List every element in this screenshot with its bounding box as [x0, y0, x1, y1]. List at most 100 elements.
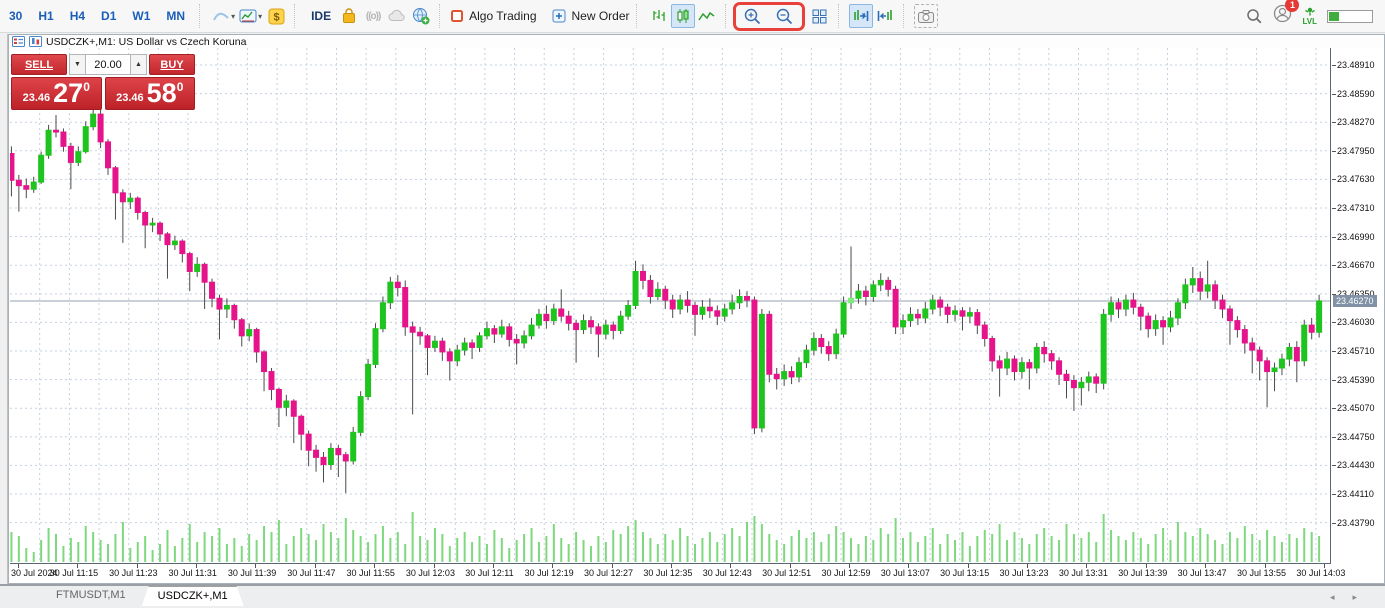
candle — [1012, 355, 1017, 380]
volume-bar — [1118, 536, 1120, 562]
candle — [276, 388, 281, 427]
signals-button[interactable]: ((o)) — [361, 4, 385, 28]
volume-bar — [181, 538, 183, 562]
algo-trading-icon — [450, 9, 464, 23]
chart-window-titlebar[interactable]: USDCZK+,M1: US Dollar vs Czech Koruna — [9, 35, 1384, 48]
currency-button[interactable]: $ — [264, 4, 288, 28]
tab-scroll-arrows[interactable]: ◂▸ — [1330, 592, 1375, 603]
cloud-button[interactable] — [385, 4, 409, 28]
volume-bar — [783, 544, 785, 562]
zoom-in-button[interactable] — [741, 4, 765, 28]
candle — [767, 311, 772, 383]
object-line-tools-button[interactable]: ▾ — [210, 4, 237, 28]
volume-bar — [389, 538, 391, 562]
account-button[interactable]: 1 — [1273, 4, 1292, 28]
candle — [588, 316, 593, 334]
volume-decrease-button[interactable]: ▼ — [69, 54, 86, 75]
market-button[interactable] — [337, 4, 361, 28]
timeframe-h1[interactable]: H1 — [30, 5, 61, 27]
candle — [522, 330, 527, 348]
volume-bar — [100, 540, 102, 562]
volume-bar — [768, 534, 770, 562]
sell-button[interactable]: SELL — [11, 54, 67, 75]
volume-bar — [40, 540, 42, 562]
zoom-out-button[interactable] — [773, 4, 797, 28]
indicators-button[interactable]: ▾ — [237, 4, 264, 28]
volume-bar — [843, 532, 845, 562]
candle — [128, 193, 133, 209]
screenshot-button[interactable] — [914, 4, 938, 28]
tile-windows-button[interactable] — [808, 4, 832, 28]
timeframe-w1[interactable]: W1 — [124, 5, 158, 27]
price-axis[interactable]: 23.4891023.4859023.4827023.4795023.47630… — [1332, 48, 1384, 564]
volume-bar — [241, 546, 243, 562]
chart-line-button[interactable] — [695, 4, 719, 28]
volume-increase-button[interactable]: ▲ — [130, 54, 147, 75]
volume-bar — [516, 540, 518, 562]
time-label: 30 Jul 13:07 — [881, 568, 930, 578]
volume-bar — [174, 546, 176, 562]
price-label: 23.48590 — [1337, 89, 1375, 99]
volume-bar — [1080, 538, 1082, 562]
candlestick-chart — [10, 48, 1331, 564]
search-icon[interactable] — [1246, 8, 1263, 25]
new-order-icon — [551, 8, 567, 24]
candle — [39, 152, 44, 184]
time-axis[interactable]: 30 Jul 202430 Jul 11:1530 Jul 11:2330 Ju… — [10, 564, 1384, 581]
chart-plot-area[interactable] — [10, 48, 1331, 564]
candle — [1161, 316, 1166, 345]
camera-icon — [917, 9, 935, 24]
price-tick — [1332, 237, 1336, 238]
left-panel-edge[interactable] — [0, 34, 8, 584]
connection-progress-bar — [1327, 10, 1373, 23]
candle — [685, 291, 690, 312]
buy-price-display[interactable]: 23.46 58 0 — [105, 77, 196, 110]
volume-bar — [560, 538, 562, 562]
candle — [195, 257, 200, 277]
candle — [797, 357, 802, 382]
algo-trading-button[interactable]: Algo Trading — [447, 0, 539, 33]
price-label: 23.47630 — [1337, 174, 1375, 184]
volume-bar — [909, 532, 911, 562]
volume-bar — [1259, 540, 1261, 562]
candle — [1101, 309, 1106, 389]
price-label: 23.46030 — [1337, 317, 1375, 327]
candle — [804, 345, 809, 368]
volume-bar — [300, 528, 302, 562]
volume-bar — [583, 540, 585, 562]
community-button[interactable] — [409, 4, 433, 28]
candle — [306, 431, 311, 467]
ide-button[interactable]: IDE — [305, 9, 337, 23]
candle — [1183, 279, 1188, 309]
chart-bars-button[interactable] — [647, 4, 671, 28]
zoom-out-icon — [775, 7, 794, 26]
auto-scroll-button[interactable] — [849, 4, 873, 28]
buy-button[interactable]: BUY — [149, 54, 195, 75]
sell-price-display[interactable]: 23.46 27 0 — [11, 77, 102, 110]
candle — [455, 345, 460, 366]
candle — [759, 309, 764, 432]
lvl-button[interactable]: LVL — [1302, 7, 1317, 26]
timeframe-30[interactable]: 30 — [1, 5, 30, 27]
candle — [165, 232, 170, 278]
new-order-button[interactable]: New Order — [548, 0, 633, 33]
tab-usdczk-m1[interactable]: USDCZK+,M1 — [142, 586, 244, 606]
candle — [343, 452, 348, 493]
candle — [83, 121, 88, 153]
chart-candles-button[interactable] — [671, 4, 695, 28]
volume-bar — [107, 544, 109, 562]
chart-shift-button[interactable] — [873, 4, 897, 28]
candle — [640, 264, 645, 289]
candle — [1205, 261, 1210, 299]
volume-bar — [1288, 534, 1290, 562]
volume-input[interactable]: 20.00 — [86, 54, 130, 75]
timeframe-mn[interactable]: MN — [158, 5, 193, 27]
volume-bar — [144, 536, 146, 562]
volume-bar — [1073, 534, 1075, 562]
price-tick — [1332, 465, 1336, 466]
timeframe-h4[interactable]: H4 — [62, 5, 93, 27]
timeframe-d1[interactable]: D1 — [93, 5, 124, 27]
tab-ftmusdt-m1[interactable]: FTMUSDT,M1 — [40, 586, 142, 606]
candle — [440, 338, 445, 361]
candle — [1242, 325, 1247, 354]
